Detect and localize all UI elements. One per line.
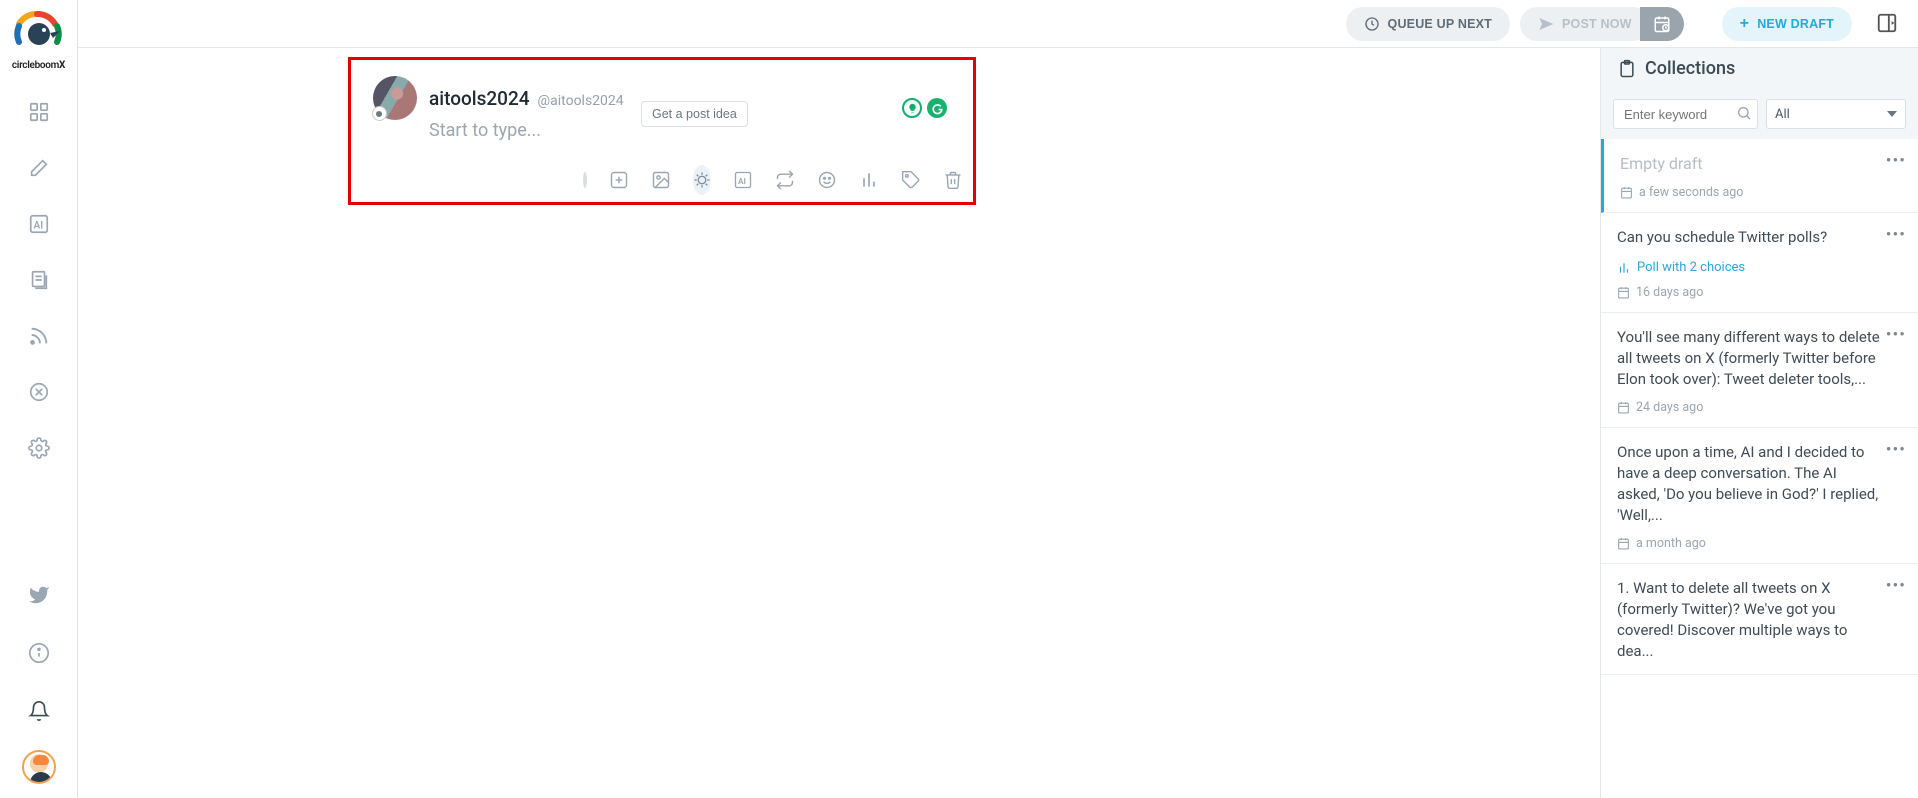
queue-label: QUEUE UP NEXT	[1388, 17, 1492, 31]
collections-filter-select[interactable]: All	[1766, 99, 1906, 129]
item-menu-icon[interactable]: •••	[1886, 151, 1906, 171]
calendar-clock-icon	[1653, 15, 1671, 33]
collection-item[interactable]: Once upon a time, AI and I decided to ha…	[1601, 428, 1918, 564]
rss-icon[interactable]	[20, 317, 58, 355]
compose-card: aitools2024 @aitools2024 Start to type..…	[348, 57, 976, 205]
item-menu-icon[interactable]: •••	[1886, 440, 1906, 460]
gif-sparkle-icon[interactable]	[693, 165, 711, 195]
collection-item-date: a month ago	[1617, 536, 1902, 551]
new-draft-button[interactable]: + NEW DRAFT	[1722, 7, 1852, 41]
recycle-icon[interactable]	[20, 373, 58, 411]
item-menu-icon[interactable]: •••	[1886, 576, 1906, 596]
grammarly-icon[interactable]	[927, 98, 947, 118]
compose-icon[interactable]	[20, 149, 58, 187]
collections-header: Collections	[1601, 48, 1918, 89]
settings-icon[interactable]	[20, 429, 58, 467]
collection-item-date: a few seconds ago	[1620, 185, 1902, 200]
collections-title: Collections	[1645, 58, 1735, 79]
topbar: QUEUE UP NEXT POST NOW + NEW DRAFT	[78, 0, 1918, 48]
dashboard-icon[interactable]	[20, 93, 58, 131]
calendar-icon	[1620, 186, 1633, 199]
image-icon[interactable]	[651, 169, 671, 191]
repost-icon[interactable]	[775, 169, 795, 191]
get-post-idea-button[interactable]: Get a post idea	[641, 101, 748, 127]
item-menu-icon[interactable]: •••	[1886, 325, 1906, 345]
collection-item-title: Once upon a time, AI and I decided to ha…	[1617, 442, 1902, 526]
collection-item-title: Can you schedule Twitter polls?	[1617, 227, 1902, 248]
collection-item-subtitle: Poll with 2 choices	[1617, 260, 1902, 275]
svg-text:AI: AI	[33, 221, 43, 232]
twitter-icon[interactable]	[20, 576, 58, 614]
profile-avatar[interactable]	[373, 76, 417, 120]
sidebar: circleboomX AI	[0, 0, 78, 798]
notifications-icon[interactable]	[20, 692, 58, 730]
brand-name: circleboomX	[4, 60, 74, 71]
new-draft-label: NEW DRAFT	[1757, 17, 1834, 31]
poll-icon	[1617, 261, 1631, 275]
collection-item-title: 1. Want to delete all tweets on X (forme…	[1617, 578, 1902, 662]
poll-icon[interactable]	[859, 169, 879, 191]
ai-button-icon[interactable]: AI	[733, 169, 753, 191]
user-avatar[interactable]	[22, 750, 56, 784]
add-media-icon[interactable]	[609, 169, 629, 191]
char-count-icon	[583, 172, 587, 188]
circleboom-logo-icon	[13, 10, 65, 58]
clipboard-icon	[1617, 59, 1637, 79]
ai-icon[interactable]: AI	[20, 205, 58, 243]
svg-text:AI: AI	[738, 177, 746, 187]
info-icon[interactable]	[20, 634, 58, 672]
brand-logo[interactable]: circleboomX	[4, 10, 74, 71]
calendar-icon	[1617, 537, 1630, 550]
delete-icon[interactable]	[943, 169, 963, 191]
calendar-icon	[1617, 286, 1630, 299]
post-now-group: POST NOW	[1520, 7, 1684, 41]
emoji-icon[interactable]	[817, 169, 837, 191]
compose-placeholder[interactable]: Start to type...	[429, 120, 541, 141]
chevron-down-icon	[1887, 111, 1897, 117]
panel-toggle-icon[interactable]	[1876, 12, 1900, 36]
calendar-icon	[1617, 401, 1630, 414]
handle: @aitools2024	[538, 93, 624, 109]
compose-toolbar: AI	[583, 165, 953, 195]
collection-item-title: You'll see many different ways to delete…	[1617, 327, 1902, 390]
main-area: aitools2024 @aitools2024 Start to type..…	[78, 48, 1600, 798]
sidebar-nav: AI	[20, 93, 58, 467]
post-now-label: POST NOW	[1562, 17, 1632, 31]
collection-item-title: Empty draft	[1620, 153, 1902, 175]
schedule-calendar-button[interactable]	[1640, 7, 1684, 41]
collections-list[interactable]: Empty draft ••• a few seconds ago Can yo…	[1601, 139, 1918, 798]
documents-icon[interactable]	[20, 261, 58, 299]
collection-item[interactable]: 1. Want to delete all tweets on X (forme…	[1601, 564, 1918, 675]
collections-filter-row: All	[1601, 89, 1918, 139]
clock-icon	[1364, 16, 1380, 32]
queue-up-next-button[interactable]: QUEUE UP NEXT	[1346, 7, 1510, 41]
sidebar-bottom	[20, 576, 58, 784]
search-icon[interactable]	[1736, 105, 1752, 121]
collection-item[interactable]: You'll see many different ways to delete…	[1601, 313, 1918, 428]
send-icon	[1538, 16, 1554, 32]
collection-item-date: 24 days ago	[1617, 400, 1902, 415]
assist-badges	[902, 98, 947, 118]
post-now-button[interactable]: POST NOW	[1520, 7, 1650, 41]
collection-item-date: 16 days ago	[1617, 285, 1902, 300]
tag-icon[interactable]	[901, 169, 921, 191]
collections-panel: Collections All Empty draft ••• a few se…	[1600, 48, 1918, 798]
plus-icon: +	[1740, 15, 1750, 33]
item-menu-icon[interactable]: •••	[1886, 225, 1906, 245]
collection-item[interactable]: Can you schedule Twitter polls? ••• Poll…	[1601, 213, 1918, 313]
filter-selected-label: All	[1775, 107, 1790, 122]
collection-item[interactable]: Empty draft ••• a few seconds ago	[1601, 139, 1918, 213]
idea-bulb-icon[interactable]	[902, 98, 922, 118]
display-name: aitools2024	[429, 87, 530, 110]
